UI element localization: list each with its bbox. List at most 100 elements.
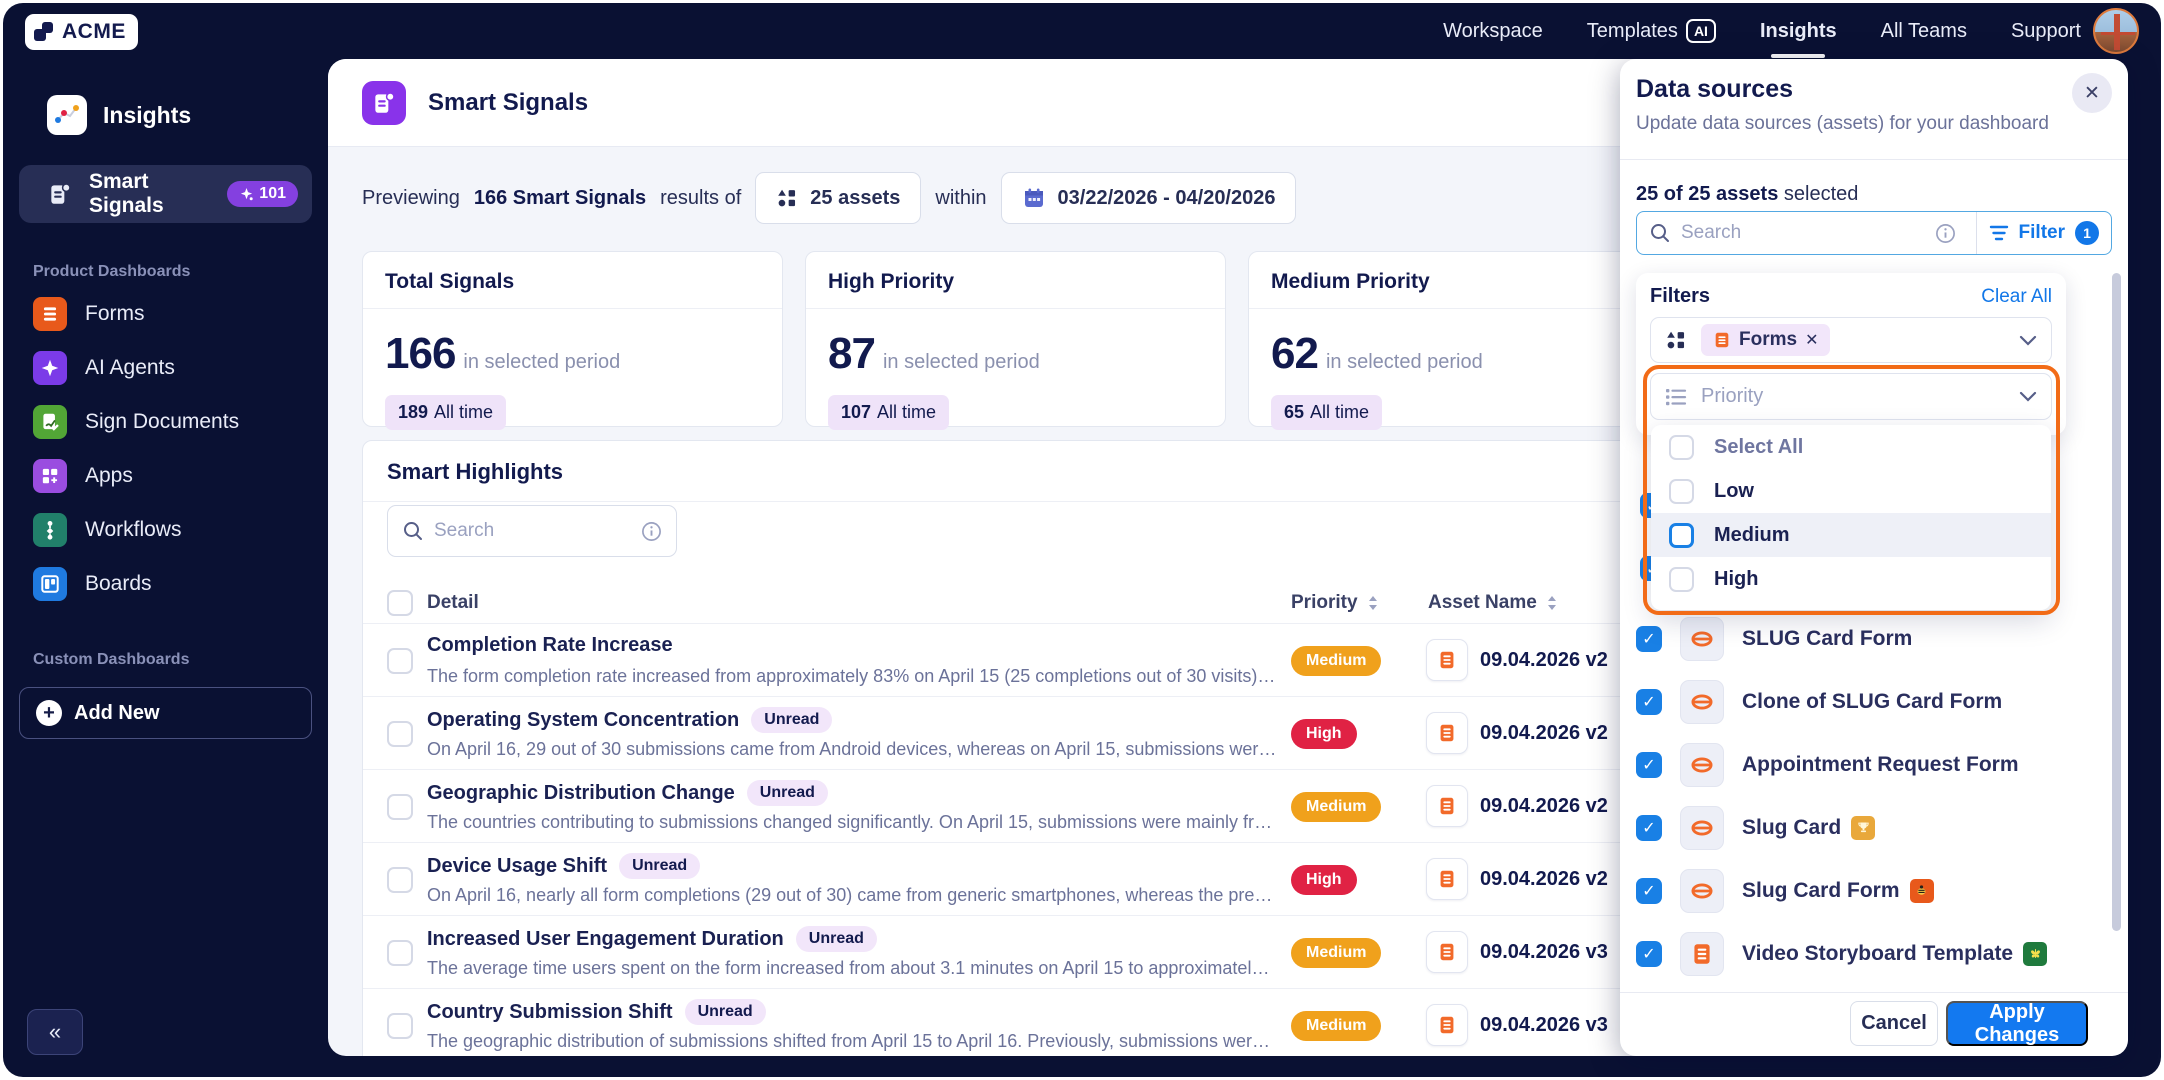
priority-option-medium[interactable]: Medium [1651,513,2051,557]
highlights-search-input[interactable] [434,520,631,542]
card-asset-icon [1680,805,1724,850]
form-asset-icon [1680,931,1724,976]
stat-card-high-priority: High Priority 87 in selected period 107 All … [805,251,1226,430]
priority-option-high[interactable]: High [1651,557,2051,601]
asset-checkbox-checked[interactable]: ✓ [1636,877,1662,904]
sidebar-item-workflows[interactable]: Workflows [3,503,328,557]
sidebar-item-label: AI Agents [85,356,175,379]
asset-cell: 09.04.2026 v3 [1426,1004,1608,1046]
asset-list-item[interactable]: ✓ Slug Card Form [1636,859,2112,922]
workflows-icon [33,513,67,547]
option-checkbox[interactable] [1669,434,1694,460]
panel-scrollbar[interactable] [2112,273,2121,931]
remove-chip-icon[interactable]: ✕ [1805,330,1818,350]
asset-checkbox-checked[interactable]: ✓ [1636,940,1662,967]
nav-item-support[interactable]: Support [2011,20,2081,43]
highlights-search[interactable] [387,505,677,557]
row-checkbox[interactable] [387,721,413,747]
asset-checkbox-checked[interactable]: ✓ [1636,625,1662,652]
asset-name: 09.04.2026 v3 [1480,1013,1608,1036]
asset-cell: 09.04.2026 v3 [1426,931,1608,973]
preview-prefix: Previewing [362,186,460,209]
cancel-button[interactable]: Cancel [1850,1001,1938,1046]
user-avatar[interactable] [2093,8,2139,54]
nav-items: Workspace Templates AI Insights All Teams Sup… [1443,3,2081,59]
nav-item-workspace[interactable]: Workspace [1443,20,1543,43]
row-checkbox[interactable] [387,648,413,674]
sidebar-item-label: Smart Signals [89,170,164,217]
filter-icon [1989,225,2008,241]
section-custom-dashboards: Custom Dashboards [33,651,190,668]
priority-option-low[interactable]: Low [1651,469,2051,513]
acme-logo[interactable]: ACME [25,14,138,50]
priority-badge: Medium [1291,792,1382,822]
column-asset-name[interactable]: Asset Name [1428,592,1559,614]
row-checkbox[interactable] [387,940,413,966]
priority-option-select-all[interactable]: Select All [1651,425,2051,469]
panel-search-input[interactable] [1681,222,1935,244]
option-label: Medium [1714,523,1790,546]
option-checkbox[interactable] [1669,478,1694,504]
nav-item-templates[interactable]: Templates AI [1587,19,1716,43]
clear-all-link[interactable]: Clear All [1981,286,2052,308]
plus-icon: + [36,700,62,726]
signal-title: Geographic Distribution Change [427,781,735,804]
sidebar-item-boards[interactable]: Boards [3,557,328,611]
sidebar-item-ai-agents[interactable]: AI Agents [3,341,328,395]
apply-changes-button[interactable]: Apply Changes [1946,1001,2088,1046]
bee-badge-icon [1909,878,1934,903]
priority-filter-select[interactable]: Priority [1650,373,2052,420]
asset-checkbox-checked[interactable]: ✓ [1636,751,1662,778]
card-asset-icon [1680,679,1724,724]
divider [1620,159,2128,160]
apps-icon [33,459,67,493]
asset-list-item[interactable]: ✓ SLUG Card Form [1636,607,2112,670]
asset-list-item[interactable]: ✓ Slug Card [1636,796,2112,859]
close-icon[interactable]: ✕ [2072,73,2112,113]
stat-alltime-pill: 107 All time [828,395,950,430]
stat-cards: Total Signals 166 in selected period 189 All… [362,251,1669,430]
asset-type-select[interactable]: Forms ✕ [1650,317,2052,363]
info-icon [1935,223,1955,243]
select-all-checkbox[interactable] [387,590,413,616]
chevron-down-icon [2019,335,2037,346]
asset-list-item[interactable]: ✓ Video Storyboard Template [1636,922,2112,985]
asset-checkbox-checked[interactable]: ✓ [1636,814,1662,841]
sidebar-item-sign-documents[interactable]: Sign Documents [3,395,328,449]
option-checkbox[interactable] [1669,566,1694,592]
row-checkbox[interactable] [387,867,413,893]
option-checkbox[interactable] [1669,522,1694,548]
nav-item-insights[interactable]: Insights [1760,20,1837,43]
asset-checkbox-checked[interactable]: ✓ [1636,688,1662,715]
card-asset-icon [1680,616,1724,661]
form-asset-icon [1426,785,1468,827]
date-range-button[interactable]: 03/22/2026 - 04/20/2026 [1000,172,1297,224]
panel-footer: Cancel Apply Changes [1620,992,2128,1056]
asset-list-item[interactable]: ✓ Appointment Request Form [1636,733,2112,796]
option-label: High [1714,567,1759,590]
add-new-button[interactable]: + Add New [19,687,312,739]
preview-bar: Previewing 166 Smart Signals results of … [362,169,1297,227]
form-asset-icon [1426,1004,1468,1046]
priority-badge: High [1291,719,1357,749]
priority-badge: Medium [1291,1011,1382,1041]
priority-placeholder: Priority [1701,385,1764,407]
nav-item-all-teams[interactable]: All Teams [1881,20,1967,43]
filter-button[interactable]: Filter 1 [1975,212,2111,254]
trophy-badge-icon [1851,815,1876,840]
assets-selector-button[interactable]: 25 assets [755,172,922,224]
sidebar-item-forms[interactable]: Forms [3,287,328,341]
sidebar-item-label: Workflows [85,518,182,541]
sidebar-item-apps[interactable]: Apps [3,449,328,503]
asset-list-item[interactable]: ✓ Clone of SLUG Card Form [1636,670,2112,733]
column-priority[interactable]: Priority [1291,592,1380,614]
info-icon [642,521,661,541]
priority-badge: High [1291,865,1357,895]
row-checkbox[interactable] [387,794,413,820]
sidebar-collapse-button[interactable]: « [27,1009,83,1055]
row-checkbox[interactable] [387,1013,413,1039]
ai-badge: AI [1685,19,1716,43]
signal-description: The form completion rate increased from … [427,666,1277,686]
sidebar-item-smart-signals[interactable]: Smart Signals 101 [19,165,312,223]
sparkle-icon [241,187,253,200]
